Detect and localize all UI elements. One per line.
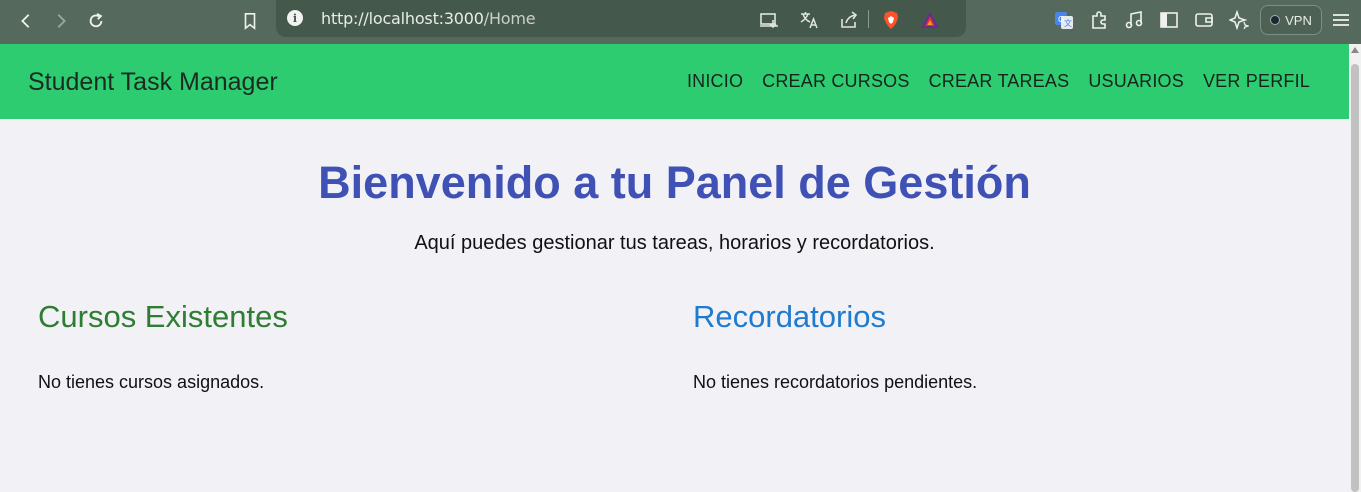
reminders-heading: Recordatorios [693, 299, 886, 334]
sidebar-icon[interactable] [1158, 9, 1180, 31]
install-icon[interactable] [758, 9, 780, 31]
page-title: Bienvenido a tu Panel de Gestión [318, 157, 1031, 208]
vpn-label: VPN [1285, 12, 1312, 28]
courses-empty-text: No tienes cursos asignados. [38, 372, 265, 392]
courses-heading: Cursos Existentes [38, 299, 288, 334]
translate-icon[interactable] [798, 9, 820, 31]
reminders-empty-text: No tienes recordatorios pendientes. [693, 372, 978, 392]
reload-icon[interactable] [83, 8, 109, 34]
extensions-icon[interactable] [1088, 9, 1110, 31]
info-icon[interactable]: i [287, 10, 303, 26]
scroll-up-arrow-icon[interactable] [1351, 47, 1359, 53]
reminders-section: Recordatorios No tienes recordatorios pe… [693, 299, 977, 393]
media-icon[interactable] [1123, 9, 1145, 31]
url-text[interactable]: http://localhost:3000/Home [321, 9, 536, 28]
toolbar-divider [868, 10, 869, 28]
address-bar[interactable]: i http://localhost:3000/Home [276, 0, 966, 37]
svg-text:文: 文 [1064, 18, 1072, 28]
menu-icon[interactable] [1330, 9, 1352, 31]
nav-link-inicio[interactable]: INICIO [687, 71, 743, 92]
nav-links: INICIO CREAR CURSOS CREAR TAREAS USUARIO… [687, 71, 1310, 92]
leo-ai-icon[interactable] [1228, 9, 1250, 31]
forward-icon[interactable] [48, 8, 74, 34]
nav-link-usuarios[interactable]: USUARIOS [1088, 71, 1184, 92]
courses-section: Cursos Existentes No tienes cursos asign… [38, 299, 288, 393]
wallet-icon[interactable] [1193, 9, 1215, 31]
bookmark-icon[interactable] [237, 8, 263, 34]
nav-link-crear-tareas[interactable]: CREAR TAREAS [929, 71, 1070, 92]
page-scrollbar[interactable] [1349, 44, 1361, 492]
page-subtitle: Aquí puedes gestionar tus tareas, horari… [414, 232, 935, 254]
vpn-button[interactable]: VPN [1260, 5, 1322, 35]
app-navbar: Student Task Manager INICIO CREAR CURSOS… [0, 44, 1349, 119]
back-icon[interactable] [13, 8, 39, 34]
google-translate-icon[interactable]: G文 [1053, 9, 1075, 31]
app-brand[interactable]: Student Task Manager [28, 68, 278, 97]
vpn-status-icon [1270, 15, 1281, 25]
brave-shields-icon[interactable] [880, 9, 902, 31]
browser-toolbar: i http://localhost:3000/Home G文 VPN [0, 0, 1361, 44]
nav-link-ver-perfil[interactable]: VER PERFIL [1203, 71, 1310, 92]
scroll-thumb[interactable] [1351, 64, 1359, 492]
main-content: Bienvenido a tu Panel de Gestión Aquí pu… [0, 119, 1349, 492]
nav-link-crear-cursos[interactable]: CREAR CURSOS [762, 71, 909, 92]
share-icon[interactable] [838, 9, 860, 31]
brave-rewards-icon[interactable] [919, 9, 941, 31]
